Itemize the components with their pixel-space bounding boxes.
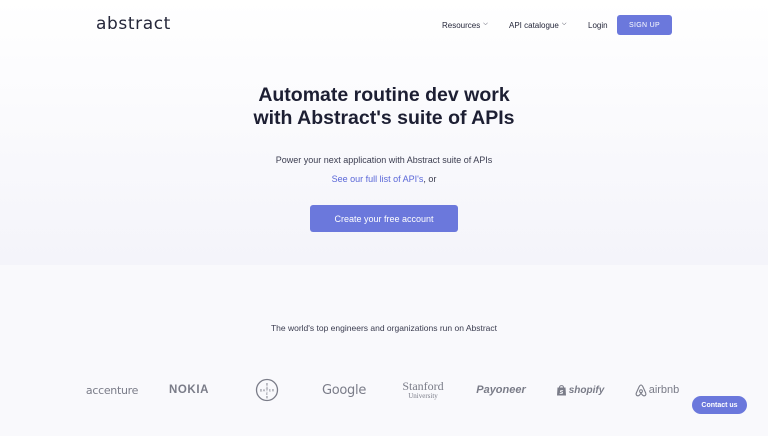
nav-api-catalogue-label: API catalogue — [509, 20, 559, 30]
svg-text:S: S — [559, 390, 563, 396]
hero-title-line-1: Automate routine dev work — [258, 84, 510, 106]
accenture-logo: accenture — [85, 383, 139, 397]
logos-section-background — [0, 265, 768, 436]
hero-link-row: See our full list of API's, or — [0, 174, 768, 184]
nav-resources[interactable]: Resources ⌵ — [442, 16, 488, 34]
nav-login[interactable]: Login — [588, 16, 608, 34]
payoneer-logo: Payoneer — [476, 384, 526, 396]
hero-subtitle: Power your next application with Abstrac… — [275, 155, 493, 165]
shopify-logo-text: shopify — [568, 384, 605, 396]
airbnb-logo: airbnb — [632, 378, 682, 402]
contact-us-button[interactable]: Contact us — [692, 396, 747, 414]
nokia-logo: NOKIA — [168, 384, 210, 396]
chevron-down-icon: ⌵ — [561, 20, 567, 27]
svg-text:R: R — [266, 396, 269, 400]
hero-title-line-2: with Abstract's suite of APIs — [253, 107, 515, 129]
hero-link-suffix: , or — [423, 174, 437, 184]
stanford-logo: Stanford University — [398, 378, 448, 402]
shopify-bag-icon: S — [556, 385, 566, 396]
create-free-account-button[interactable]: Create your free account — [310, 205, 458, 232]
google-logo: Google — [321, 382, 367, 398]
hero-title: Automate routine dev work with Abstract'… — [0, 84, 768, 130]
bayer-logo: B A B A Y E R E R — [255, 378, 279, 402]
shopify-logo: S shopify — [555, 378, 605, 402]
bayer-cross-icon: B A B A Y E R E R — [255, 378, 279, 402]
nav-login-label: Login — [588, 20, 608, 30]
trusted-by-text: The world's top engineers and organizati… — [270, 323, 498, 333]
airbnb-belo-icon — [635, 383, 647, 396]
airbnb-logo-text: airbnb — [648, 384, 680, 396]
nav-api-catalogue[interactable]: API catalogue ⌵ — [509, 16, 566, 34]
chevron-down-icon: ⌵ — [483, 20, 488, 27]
svg-text:R: R — [272, 388, 275, 392]
stanford-logo-line-2: University — [408, 392, 438, 400]
abstract-logo[interactable]: abstract — [96, 14, 171, 34]
sign-up-button[interactable]: SIGN UP — [617, 15, 672, 35]
api-list-link[interactable]: See our full list of API's — [332, 174, 424, 184]
nav-resources-label: Resources — [442, 20, 481, 30]
stanford-logo-line-1: Stanford — [402, 379, 444, 393]
